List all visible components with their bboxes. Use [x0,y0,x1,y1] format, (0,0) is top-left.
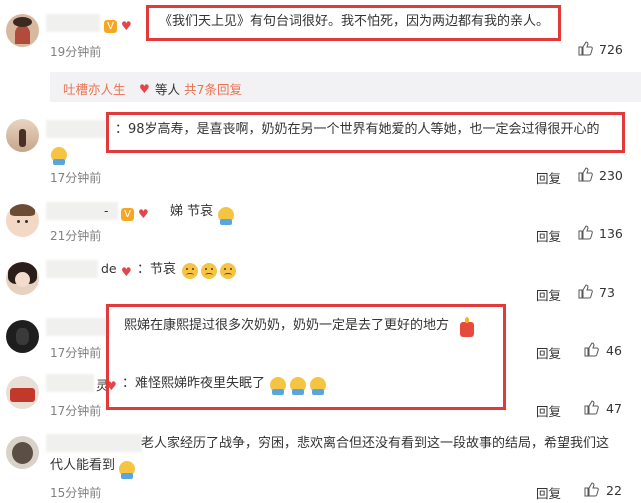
sub-reply-bar[interactable]: 吐槽亦人生 ♥ 等人 共7条回复 [50,72,641,102]
like-count[interactable]: 47 [606,401,622,416]
blurred-username [46,434,142,452]
blurred-username [46,120,106,138]
avatar[interactable] [6,376,39,409]
comment-text: ：节哀 [137,262,177,277]
comment-item: ：98岁高寿，是喜丧啊，奶奶在另一个世界有她爱的人等她，也一定会过得很开心的 1… [0,107,641,187]
reply-button[interactable]: 回复 [536,483,561,502]
thumbs-up-icon[interactable] [584,400,599,415]
avatar[interactable] [6,119,39,152]
avatar[interactable] [6,262,39,295]
username-suffix[interactable]: de [101,261,117,276]
avatar[interactable] [6,14,39,47]
sub-reply-link[interactable]: 共7条回复 [184,79,242,98]
thumbs-up-icon[interactable] [578,284,593,299]
username-suffix[interactable]: - [104,203,109,218]
highlight-box [146,5,561,41]
thumbs-up-icon[interactable] [578,167,593,182]
comment-item: de ♥ ：节哀 回复 73 [0,248,641,303]
comment-item: V ♥ 《我们天上见》有句台词很好。我不怕死，因为两边都有我的亲人。 19分钟前… [0,0,641,68]
weibo-comment-list: V ♥ 《我们天上见》有句台词很好。我不怕死，因为两边都有我的亲人。 19分钟前… [0,0,641,503]
sub-reply-user[interactable]: 吐槽亦人生 [63,79,126,98]
like-count[interactable]: 22 [606,483,622,498]
blurred-username [46,14,100,32]
heart-icon: ♥ [139,82,150,96]
blurred-username [46,374,94,392]
sub-reply-text: 等人 [155,82,181,97]
comment-item: 老人家经历了战争，穷困，悲欢离合但还没有看到这一段故事的结局，希望我们这 代人能… [0,422,641,503]
highlight-box [106,304,506,410]
heart-icon: ♥ [121,19,132,33]
highlight-box [106,112,625,153]
comment-time: 17分钟前 [50,171,102,185]
sad-emoji-icon [200,260,217,279]
vip-badge-icon: V [121,204,135,223]
thumbs-up-icon[interactable] [584,342,599,357]
heart-icon: ♥ [121,265,132,279]
comment-text-line2: 代人能看到 [50,458,116,473]
emoji-icon [217,204,234,225]
like-count[interactable]: 726 [599,42,623,57]
comment-time: 17分钟前 [50,404,102,418]
reply-button[interactable]: 回复 [536,343,561,362]
comment-time: 15分钟前 [50,486,102,500]
emoji-icon [50,144,67,165]
comment-time: 21分钟前 [50,229,102,243]
thumbs-up-icon[interactable] [578,41,593,56]
reply-button[interactable]: 回复 [536,226,561,245]
like-count[interactable]: 136 [599,226,623,241]
heart-icon: ♥ [138,207,149,221]
comment-text: 娣 节哀 [170,204,214,219]
blurred-username [46,318,110,336]
thumbs-up-icon[interactable] [578,225,593,240]
sad-emoji-icon [181,260,198,279]
reply-button[interactable]: 回复 [536,401,561,420]
comment-time: 17分钟前 [50,346,102,360]
comment-time: 19分钟前 [50,45,102,59]
avatar[interactable] [6,204,39,237]
avatar[interactable] [6,436,39,469]
vip-badge-icon: V [104,16,118,35]
thumbs-up-icon[interactable] [584,482,599,497]
comment-item: - V ♥ 娣 节哀 21分钟前 回复 136 [0,190,641,245]
avatar[interactable] [6,320,39,353]
sad-emoji-icon [219,260,236,279]
like-count[interactable]: 73 [599,285,615,300]
blurred-username [46,260,98,278]
emoji-icon [118,458,135,479]
comment-text: 老人家经历了战争，穷困，悲欢离合但还没有看到这一段故事的结局，希望我们这 [141,436,610,451]
like-count[interactable]: 46 [606,343,622,358]
reply-button[interactable]: 回复 [536,168,561,187]
like-count[interactable]: 230 [599,168,623,183]
